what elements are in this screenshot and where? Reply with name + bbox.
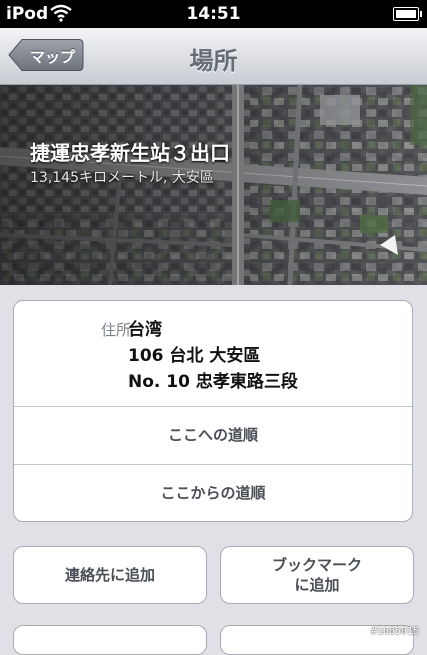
battery-icon [393, 7, 422, 21]
address-label: 住所 [100, 321, 131, 339]
place-info-card: 住所 台湾 106 台北 大安區 No. 10 忠孝東路三段 ここへの道順 ここ… [13, 300, 413, 522]
add-bookmark-label-line-1: ブックマーク [271, 556, 362, 574]
address-line-3: No. 10 忠孝東路三段 [128, 372, 298, 392]
add-to-contacts-label: 連絡先に追加 [64, 566, 155, 584]
add-bookmark-button[interactable]: ブックマーク に追加 [220, 546, 414, 604]
place-name: 捷運忠孝新生站３出口 [30, 141, 230, 165]
address-line-2: 106 台北 大安區 [128, 346, 261, 366]
address-line-1: 台湾 [128, 320, 162, 340]
navigation-bar: マップ 場所 [0, 28, 427, 85]
clock: 14:51 [186, 4, 241, 24]
place-distance: 13,145キロメートル, 大安區 [30, 170, 214, 186]
status-bar: iPod 14:51 [0, 0, 427, 28]
map-header[interactable]: 捷運忠孝新生站３出口 13,145キロメートル, 大安區 [0, 85, 427, 285]
page-title: 場所 [189, 47, 238, 75]
directions-to-here-button[interactable]: ここへの道順 [14, 406, 412, 465]
directions-from-here-button[interactable]: ここからの道順 [14, 464, 412, 521]
share-location-button[interactable] [13, 625, 207, 655]
address-row[interactable]: 住所 台湾 106 台北 大安區 No. 10 忠孝東路三段 [14, 301, 412, 407]
add-bookmark-label-line-2: に追加 [294, 576, 340, 594]
add-to-contacts-button[interactable]: 連絡先に追加 [13, 546, 207, 604]
address-value: 台湾 106 台北 大安區 No. 10 忠孝東路三段 [128, 317, 298, 395]
watermark-text: #1685015 [370, 626, 419, 637]
